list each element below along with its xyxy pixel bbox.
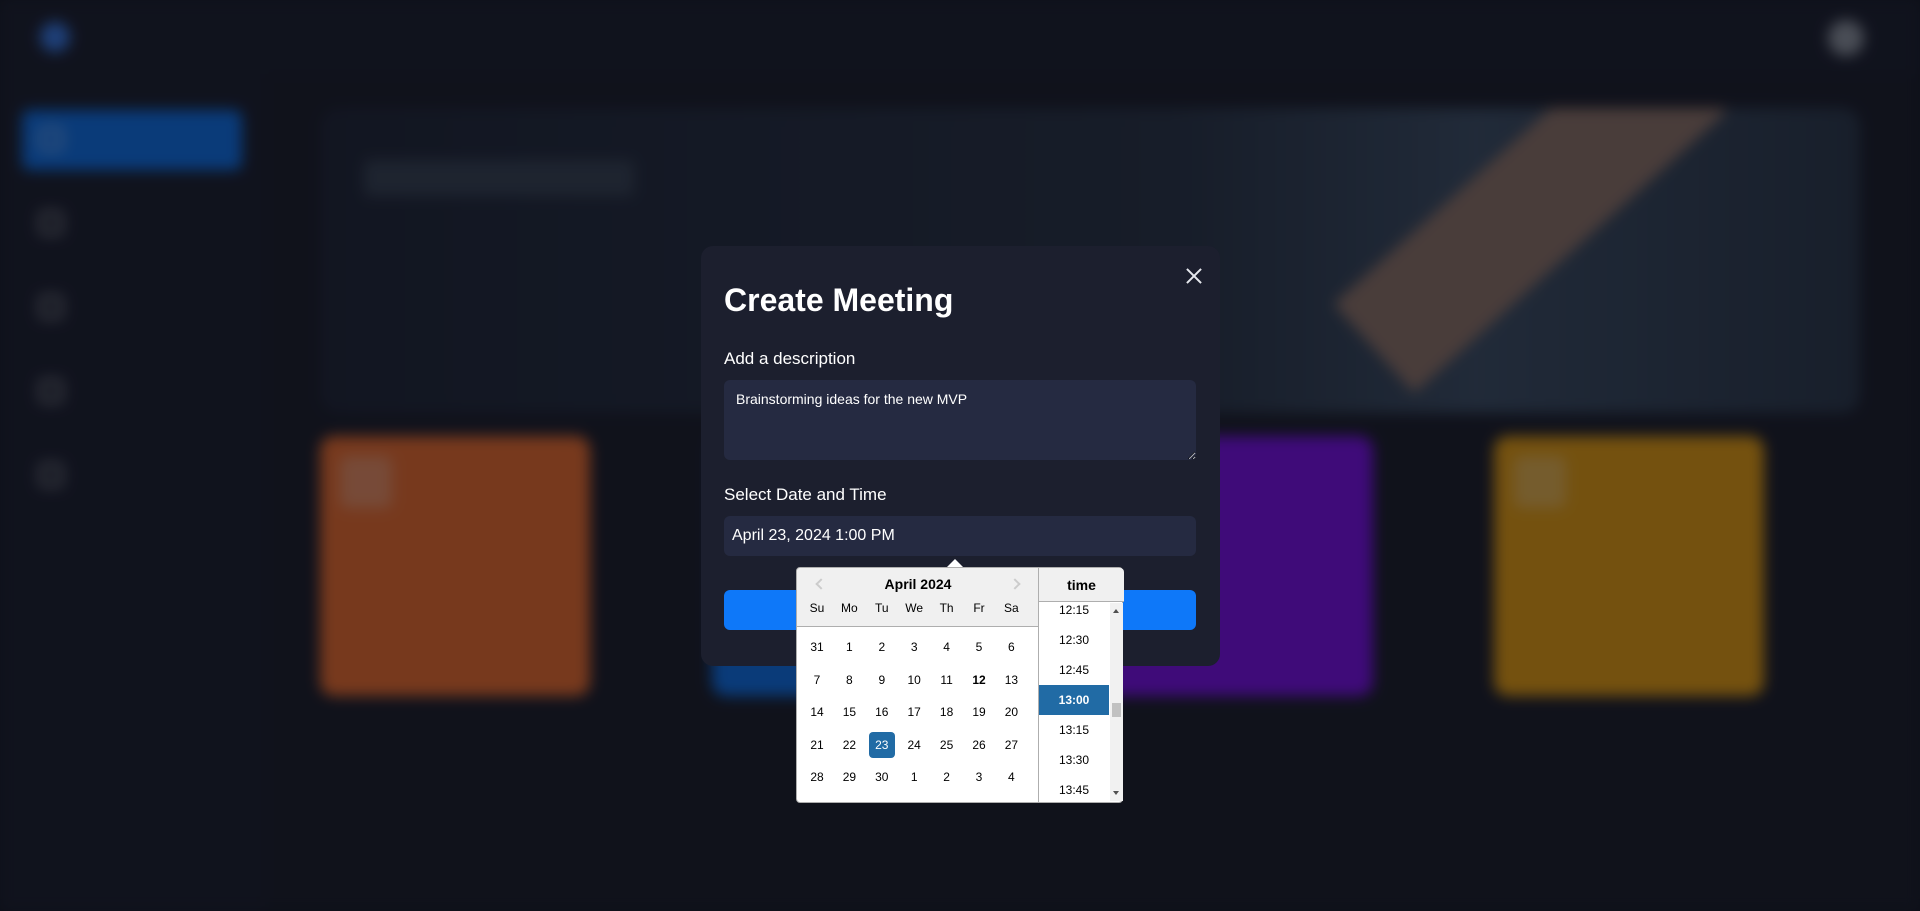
day-cell[interactable]: 12	[966, 667, 992, 693]
day-cell[interactable]: 25	[934, 732, 960, 758]
description-label: Add a description	[724, 349, 856, 368]
day-cell[interactable]: 27	[998, 732, 1024, 758]
time-header: time	[1039, 568, 1124, 602]
calendar: April 2024 Su Mo Tu We Th Fr Sa 31 1 2 3 4 5 6 7 8 9 10 1…	[797, 568, 1039, 802]
weekday-label: Fr	[973, 601, 985, 615]
time-slot[interactable]: 12:15	[1039, 603, 1109, 625]
datepicker-popup: April 2024 Su Mo Tu We Th Fr Sa 31 1 2 3 4 5 6 7 8 9 10 1…	[796, 559, 1124, 803]
weekday-label: Mo	[841, 601, 858, 615]
day-cell[interactable]: 11	[934, 667, 960, 693]
time-slot[interactable]: 13:30	[1039, 745, 1109, 775]
day-cell-selected[interactable]: 23	[868, 731, 895, 758]
day-cell[interactable]: 31	[804, 634, 830, 660]
day-cell[interactable]: 10	[901, 667, 927, 693]
day-cell[interactable]: 17	[901, 699, 927, 725]
time-slot[interactable]: 13:15	[1039, 715, 1109, 745]
day-cell[interactable]: 3	[901, 634, 927, 660]
day-cell[interactable]: 21	[804, 732, 830, 758]
scroll-thumb[interactable]	[1112, 703, 1121, 717]
day-cell[interactable]: 16	[869, 699, 895, 725]
dialog-title: Create Meeting	[724, 282, 954, 318]
time-scrollbar[interactable]	[1110, 603, 1123, 801]
time-slot-selected[interactable]: 13:00	[1039, 685, 1109, 715]
day-cell[interactable]: 18	[934, 699, 960, 725]
weekday-label: Su	[809, 601, 825, 615]
day-cell[interactable]: 29	[836, 764, 862, 790]
day-cell[interactable]: 30	[869, 764, 895, 790]
day-cell[interactable]: 3	[966, 764, 992, 790]
weekday-label: Th	[939, 601, 954, 615]
day-cell[interactable]: 9	[869, 667, 895, 693]
weekday-label: Sa	[1004, 601, 1019, 615]
day-cell[interactable]: 1	[901, 764, 927, 790]
datetime-label: Select Date and Time	[724, 485, 887, 504]
scroll-up-icon[interactable]	[1113, 609, 1119, 613]
weekday-label: Tu	[875, 601, 889, 615]
day-cell[interactable]: 1	[836, 634, 862, 660]
calendar-header: April 2024 Su Mo Tu We Th Fr Sa	[797, 568, 1039, 627]
time-list: 12:15 12:30 12:45 13:00 13:15 13:30 13:45	[1039, 603, 1109, 801]
time-slot[interactable]: 13:45	[1039, 775, 1109, 801]
day-cell[interactable]: 4	[934, 634, 960, 660]
day-cell[interactable]: 24	[901, 732, 927, 758]
popup-caret	[947, 559, 963, 567]
day-cell[interactable]: 28	[804, 764, 830, 790]
day-cell[interactable]: 6	[998, 634, 1024, 660]
day-cell[interactable]: 19	[966, 699, 992, 725]
day-cell[interactable]: 4	[998, 764, 1024, 790]
day-cell[interactable]: 22	[836, 732, 862, 758]
day-cell[interactable]: 15	[836, 699, 862, 725]
day-cell[interactable]: 13	[998, 667, 1024, 693]
day-cell[interactable]: 20	[998, 699, 1024, 725]
datetime-input[interactable]	[724, 516, 1196, 556]
weekday-label: We	[905, 601, 924, 615]
scroll-down-icon[interactable]	[1113, 791, 1119, 795]
day-cell[interactable]: 7	[804, 667, 830, 693]
day-cell[interactable]: 26	[966, 732, 992, 758]
description-textarea[interactable]: Brainstorming ideas for the new MVP	[724, 380, 1196, 460]
month-title: April 2024	[884, 576, 952, 592]
close-icon[interactable]	[1181, 263, 1207, 289]
day-cell[interactable]: 14	[804, 699, 830, 725]
next-month-icon[interactable]	[1010, 577, 1024, 591]
day-cell[interactable]: 8	[836, 667, 862, 693]
time-slot[interactable]: 12:45	[1039, 655, 1109, 685]
time-slot[interactable]: 12:30	[1039, 625, 1109, 655]
day-cell[interactable]: 2	[934, 764, 960, 790]
time-column: time 12:15 12:30 12:45 13:00 13:15 13:30 13:45	[1038, 568, 1124, 802]
day-cell[interactable]: 5	[966, 634, 992, 660]
day-cell[interactable]: 2	[869, 634, 895, 660]
